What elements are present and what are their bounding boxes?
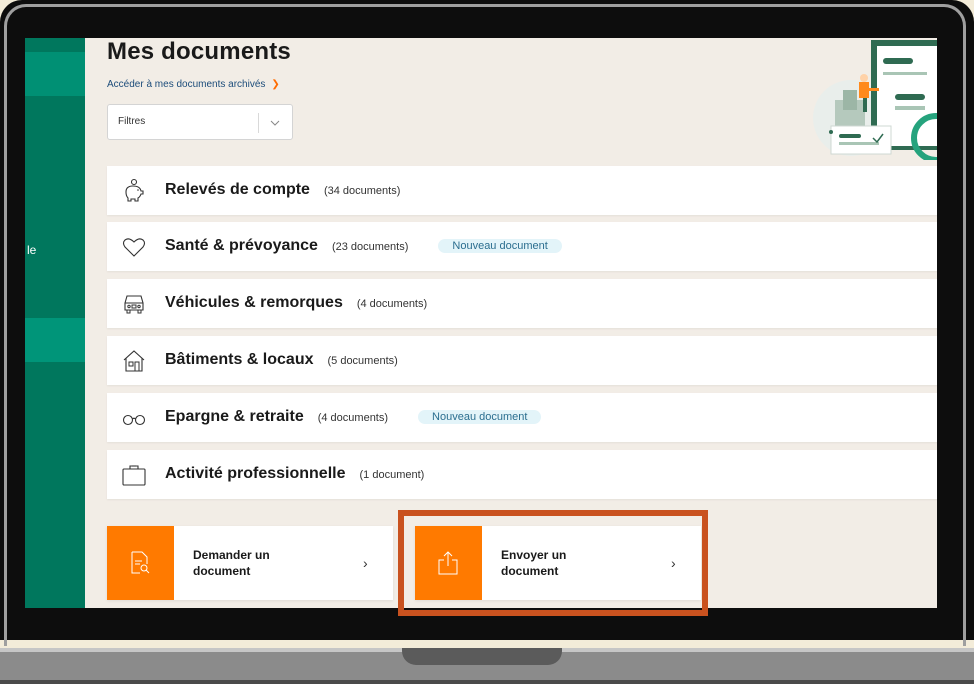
- new-document-badge: Nouveau document: [438, 239, 562, 253]
- category-title: Relevés de compte: [165, 181, 310, 198]
- car-icon: [124, 295, 144, 314]
- document-search-icon: [131, 551, 150, 574]
- category-row-epargne[interactable]: Epargne & retraite (4 documents) Nouveau d…: [107, 393, 937, 442]
- request-document-label: Demander un document: [193, 548, 270, 578]
- heart-icon: [122, 238, 146, 257]
- request-icon-box: [107, 526, 174, 600]
- briefcase-icon: [122, 465, 146, 486]
- laptop-notch: [402, 648, 562, 665]
- sidebar-item-label[interactable]: le: [27, 243, 36, 257]
- category-row-releves[interactable]: Relevés de compte (34 documents): [107, 166, 937, 215]
- filters-label: Filtres: [118, 116, 146, 127]
- highlight-frame: [398, 510, 708, 616]
- chevron-right-icon: ❯: [271, 79, 280, 90]
- document-count: (5 documents): [327, 355, 398, 367]
- archived-documents-link[interactable]: Accéder à mes documents archivés ❯: [107, 79, 280, 90]
- category-row-sante[interactable]: Santé & prévoyance (23 documents) Nouveau …: [107, 222, 937, 271]
- document-count: (4 documents): [356, 298, 428, 310]
- filters-dropdown[interactable]: Filtres: [107, 104, 293, 140]
- category-title: Santé & prévoyance: [165, 237, 318, 254]
- request-document-button[interactable]: Demander un document ›: [107, 526, 393, 600]
- laptop-base-bottom: [0, 680, 974, 684]
- house-icon: [123, 350, 145, 372]
- piggy-bank-icon: [125, 178, 144, 202]
- documents-illustration: [813, 40, 937, 160]
- document-count: (1 document): [359, 469, 425, 481]
- document-count: (34 documents): [323, 185, 401, 197]
- chevron-right-icon: ›: [363, 555, 368, 571]
- archived-documents-link-label[interactable]: Accéder à mes documents archivés: [107, 79, 265, 90]
- page-title: Mes documents: [107, 38, 291, 65]
- sidebar-item-top[interactable]: [25, 52, 85, 96]
- new-document-badge: Nouveau document: [418, 410, 542, 424]
- category-row-batiments[interactable]: Bâtiments & locaux (5 documents): [107, 336, 937, 385]
- glasses-icon: [122, 414, 146, 426]
- chevron-down-icon: [270, 120, 280, 126]
- category-title: Véhicules & remorques: [165, 294, 343, 311]
- document-count: (4 documents): [317, 412, 389, 424]
- filters-divider: [258, 113, 259, 133]
- category-title: Bâtiments & locaux: [165, 351, 314, 368]
- category-title: Activité professionnelle: [165, 465, 346, 482]
- document-count: (23 documents): [331, 241, 409, 253]
- sidebar-item-active[interactable]: [25, 318, 85, 362]
- category-title: Epargne & retraite: [165, 408, 304, 425]
- sidebar: le: [25, 38, 85, 608]
- category-row-activite[interactable]: Activité professionnelle (1 document): [107, 450, 937, 499]
- category-row-vehicules[interactable]: Véhicules & remorques (4 documents): [107, 279, 937, 328]
